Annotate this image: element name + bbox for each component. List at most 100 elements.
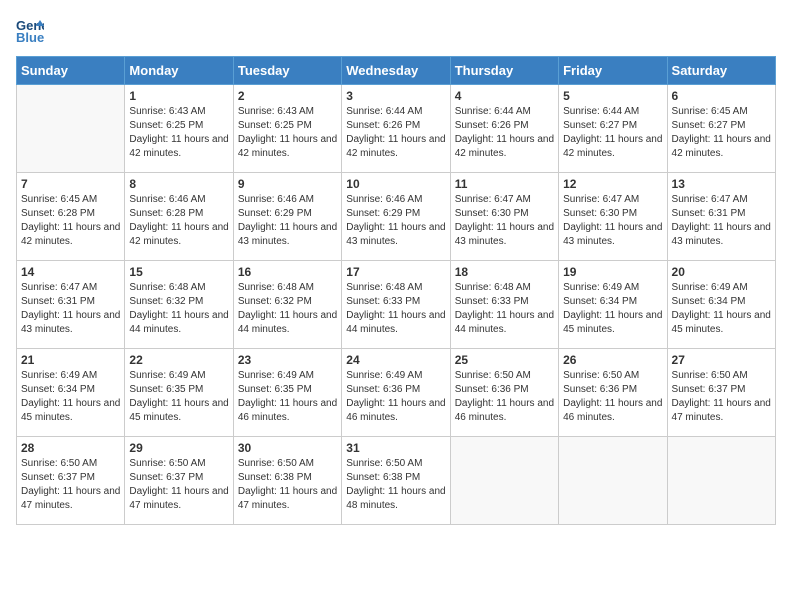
day-info: Sunrise: 6:50 AM Sunset: 6:37 PM Dayligh… — [129, 457, 228, 513]
day-cell: 27 Sunrise: 6:50 AM Sunset: 6:37 PM Dayl… — [667, 349, 775, 437]
col-header-wednesday: Wednesday — [342, 57, 450, 85]
day-cell: 16 Sunrise: 6:48 AM Sunset: 6:32 PM Dayl… — [233, 261, 341, 349]
col-header-tuesday: Tuesday — [233, 57, 341, 85]
day-cell — [17, 85, 125, 173]
day-cell — [450, 437, 558, 525]
day-number: 25 — [455, 353, 554, 367]
day-number: 4 — [455, 89, 554, 103]
week-row-3: 14 Sunrise: 6:47 AM Sunset: 6:31 PM Dayl… — [17, 261, 776, 349]
day-info: Sunrise: 6:47 AM Sunset: 6:30 PM Dayligh… — [563, 193, 662, 249]
day-number: 3 — [346, 89, 445, 103]
day-info: Sunrise: 6:49 AM Sunset: 6:34 PM Dayligh… — [21, 369, 120, 425]
day-number: 17 — [346, 265, 445, 279]
day-info: Sunrise: 6:49 AM Sunset: 6:36 PM Dayligh… — [346, 369, 445, 425]
day-cell: 3 Sunrise: 6:44 AM Sunset: 6:26 PM Dayli… — [342, 85, 450, 173]
day-number: 7 — [21, 177, 120, 191]
day-info: Sunrise: 6:45 AM Sunset: 6:28 PM Dayligh… — [21, 193, 120, 249]
day-number: 11 — [455, 177, 554, 191]
day-info: Sunrise: 6:49 AM Sunset: 6:34 PM Dayligh… — [672, 281, 771, 337]
day-number: 22 — [129, 353, 228, 367]
day-cell: 12 Sunrise: 6:47 AM Sunset: 6:30 PM Dayl… — [559, 173, 667, 261]
day-number: 10 — [346, 177, 445, 191]
day-info: Sunrise: 6:47 AM Sunset: 6:30 PM Dayligh… — [455, 193, 554, 249]
day-number: 18 — [455, 265, 554, 279]
day-number: 26 — [563, 353, 662, 367]
day-info: Sunrise: 6:45 AM Sunset: 6:27 PM Dayligh… — [672, 105, 771, 161]
day-number: 28 — [21, 441, 120, 455]
day-info: Sunrise: 6:50 AM Sunset: 6:36 PM Dayligh… — [563, 369, 662, 425]
day-number: 12 — [563, 177, 662, 191]
day-cell: 6 Sunrise: 6:45 AM Sunset: 6:27 PM Dayli… — [667, 85, 775, 173]
week-row-2: 7 Sunrise: 6:45 AM Sunset: 6:28 PM Dayli… — [17, 173, 776, 261]
page-header: General Blue — [16, 16, 776, 44]
day-cell: 25 Sunrise: 6:50 AM Sunset: 6:36 PM Dayl… — [450, 349, 558, 437]
day-number: 23 — [238, 353, 337, 367]
day-cell: 29 Sunrise: 6:50 AM Sunset: 6:37 PM Dayl… — [125, 437, 233, 525]
day-cell: 13 Sunrise: 6:47 AM Sunset: 6:31 PM Dayl… — [667, 173, 775, 261]
day-info: Sunrise: 6:49 AM Sunset: 6:34 PM Dayligh… — [563, 281, 662, 337]
day-cell — [559, 437, 667, 525]
day-number: 27 — [672, 353, 771, 367]
day-number: 9 — [238, 177, 337, 191]
svg-text:Blue: Blue — [16, 30, 44, 44]
day-cell: 11 Sunrise: 6:47 AM Sunset: 6:30 PM Dayl… — [450, 173, 558, 261]
day-cell — [667, 437, 775, 525]
day-info: Sunrise: 6:50 AM Sunset: 6:37 PM Dayligh… — [21, 457, 120, 513]
day-info: Sunrise: 6:48 AM Sunset: 6:33 PM Dayligh… — [346, 281, 445, 337]
day-cell: 8 Sunrise: 6:46 AM Sunset: 6:28 PM Dayli… — [125, 173, 233, 261]
day-cell: 1 Sunrise: 6:43 AM Sunset: 6:25 PM Dayli… — [125, 85, 233, 173]
day-number: 20 — [672, 265, 771, 279]
day-cell: 18 Sunrise: 6:48 AM Sunset: 6:33 PM Dayl… — [450, 261, 558, 349]
day-cell: 2 Sunrise: 6:43 AM Sunset: 6:25 PM Dayli… — [233, 85, 341, 173]
day-cell: 10 Sunrise: 6:46 AM Sunset: 6:29 PM Dayl… — [342, 173, 450, 261]
day-cell: 20 Sunrise: 6:49 AM Sunset: 6:34 PM Dayl… — [667, 261, 775, 349]
day-cell: 9 Sunrise: 6:46 AM Sunset: 6:29 PM Dayli… — [233, 173, 341, 261]
day-info: Sunrise: 6:48 AM Sunset: 6:33 PM Dayligh… — [455, 281, 554, 337]
day-cell: 23 Sunrise: 6:49 AM Sunset: 6:35 PM Dayl… — [233, 349, 341, 437]
day-info: Sunrise: 6:43 AM Sunset: 6:25 PM Dayligh… — [129, 105, 228, 161]
day-number: 2 — [238, 89, 337, 103]
calendar-header-row: SundayMondayTuesdayWednesdayThursdayFrid… — [17, 57, 776, 85]
day-cell: 24 Sunrise: 6:49 AM Sunset: 6:36 PM Dayl… — [342, 349, 450, 437]
day-cell: 31 Sunrise: 6:50 AM Sunset: 6:38 PM Dayl… — [342, 437, 450, 525]
day-cell: 14 Sunrise: 6:47 AM Sunset: 6:31 PM Dayl… — [17, 261, 125, 349]
col-header-monday: Monday — [125, 57, 233, 85]
week-row-5: 28 Sunrise: 6:50 AM Sunset: 6:37 PM Dayl… — [17, 437, 776, 525]
day-cell: 26 Sunrise: 6:50 AM Sunset: 6:36 PM Dayl… — [559, 349, 667, 437]
day-info: Sunrise: 6:46 AM Sunset: 6:28 PM Dayligh… — [129, 193, 228, 249]
day-cell: 22 Sunrise: 6:49 AM Sunset: 6:35 PM Dayl… — [125, 349, 233, 437]
day-info: Sunrise: 6:49 AM Sunset: 6:35 PM Dayligh… — [238, 369, 337, 425]
day-number: 1 — [129, 89, 228, 103]
day-cell: 21 Sunrise: 6:49 AM Sunset: 6:34 PM Dayl… — [17, 349, 125, 437]
day-info: Sunrise: 6:50 AM Sunset: 6:36 PM Dayligh… — [455, 369, 554, 425]
day-number: 8 — [129, 177, 228, 191]
col-header-thursday: Thursday — [450, 57, 558, 85]
logo-icon: General Blue — [16, 16, 44, 44]
day-number: 21 — [21, 353, 120, 367]
col-header-sunday: Sunday — [17, 57, 125, 85]
day-number: 15 — [129, 265, 228, 279]
day-number: 5 — [563, 89, 662, 103]
day-cell: 4 Sunrise: 6:44 AM Sunset: 6:26 PM Dayli… — [450, 85, 558, 173]
day-cell: 5 Sunrise: 6:44 AM Sunset: 6:27 PM Dayli… — [559, 85, 667, 173]
day-info: Sunrise: 6:44 AM Sunset: 6:26 PM Dayligh… — [346, 105, 445, 161]
day-cell: 19 Sunrise: 6:49 AM Sunset: 6:34 PM Dayl… — [559, 261, 667, 349]
day-number: 31 — [346, 441, 445, 455]
day-info: Sunrise: 6:44 AM Sunset: 6:26 PM Dayligh… — [455, 105, 554, 161]
day-info: Sunrise: 6:44 AM Sunset: 6:27 PM Dayligh… — [563, 105, 662, 161]
day-number: 16 — [238, 265, 337, 279]
day-info: Sunrise: 6:46 AM Sunset: 6:29 PM Dayligh… — [346, 193, 445, 249]
day-info: Sunrise: 6:43 AM Sunset: 6:25 PM Dayligh… — [238, 105, 337, 161]
day-info: Sunrise: 6:49 AM Sunset: 6:35 PM Dayligh… — [129, 369, 228, 425]
day-info: Sunrise: 6:47 AM Sunset: 6:31 PM Dayligh… — [672, 193, 771, 249]
day-number: 13 — [672, 177, 771, 191]
day-number: 14 — [21, 265, 120, 279]
day-info: Sunrise: 6:48 AM Sunset: 6:32 PM Dayligh… — [129, 281, 228, 337]
week-row-4: 21 Sunrise: 6:49 AM Sunset: 6:34 PM Dayl… — [17, 349, 776, 437]
day-info: Sunrise: 6:50 AM Sunset: 6:37 PM Dayligh… — [672, 369, 771, 425]
day-number: 30 — [238, 441, 337, 455]
day-info: Sunrise: 6:47 AM Sunset: 6:31 PM Dayligh… — [21, 281, 120, 337]
week-row-1: 1 Sunrise: 6:43 AM Sunset: 6:25 PM Dayli… — [17, 85, 776, 173]
day-cell: 30 Sunrise: 6:50 AM Sunset: 6:38 PM Dayl… — [233, 437, 341, 525]
day-info: Sunrise: 6:50 AM Sunset: 6:38 PM Dayligh… — [238, 457, 337, 513]
